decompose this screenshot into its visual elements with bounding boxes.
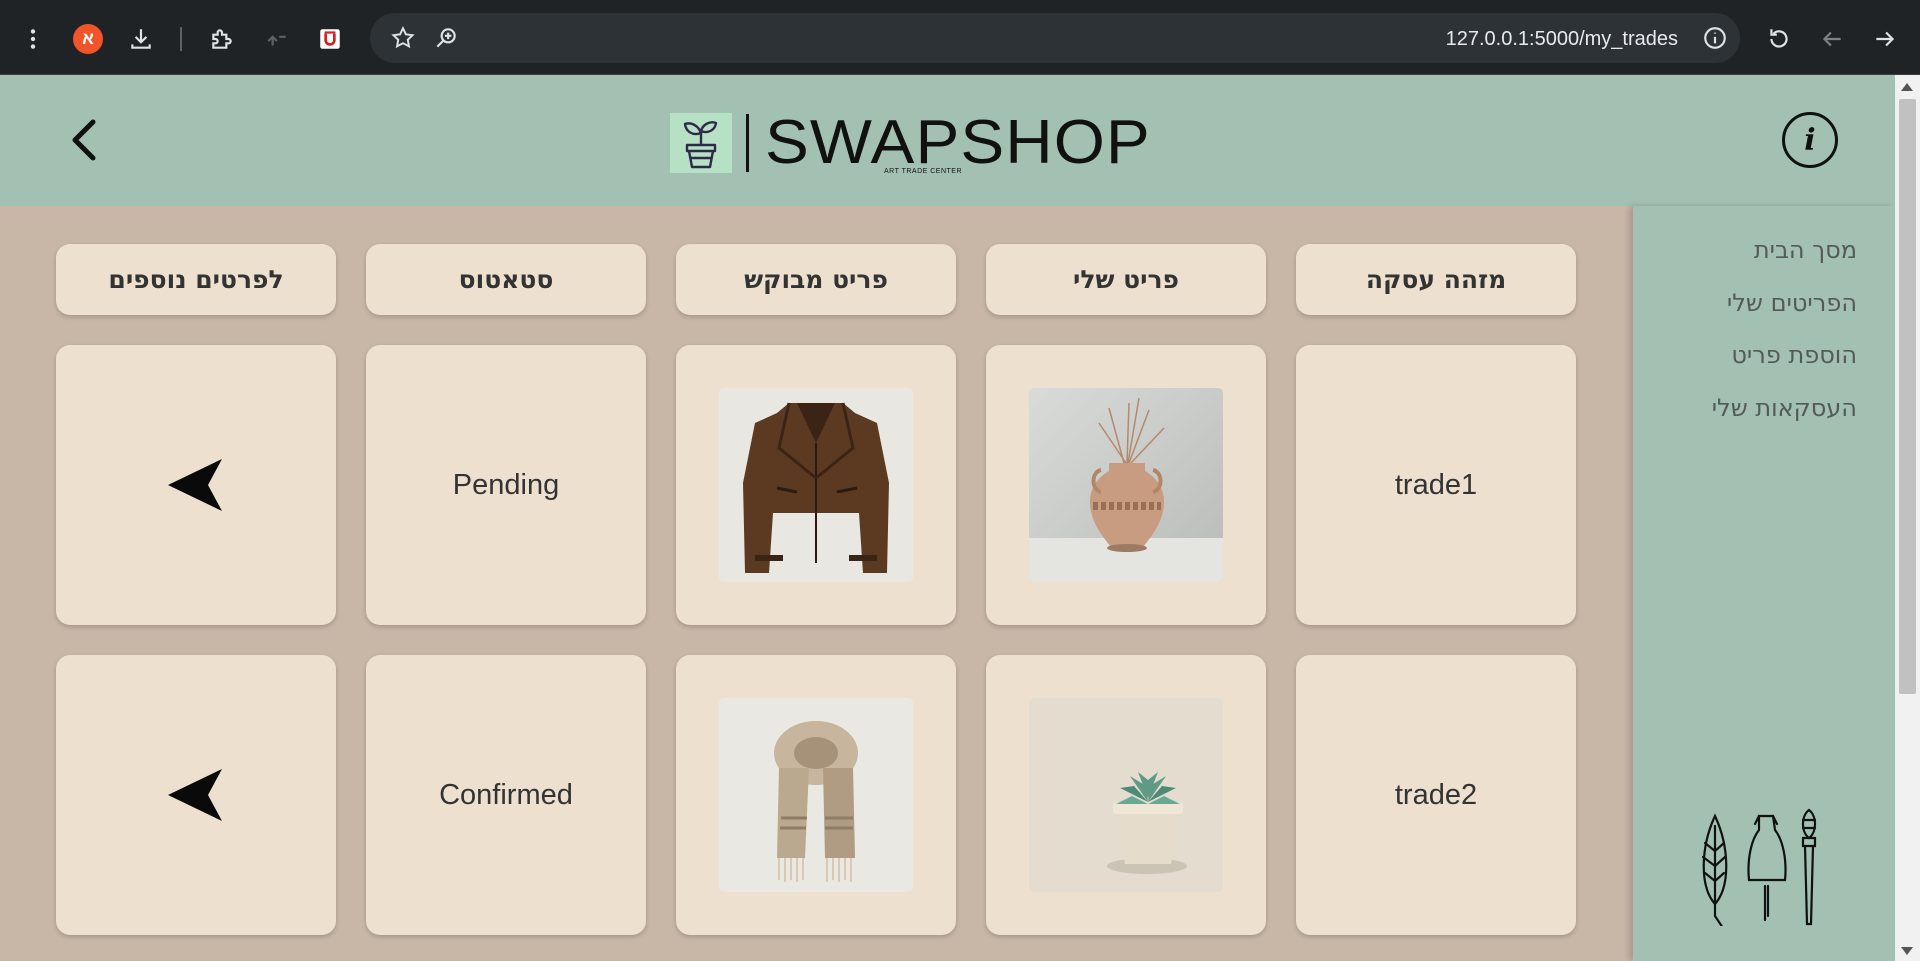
site-header: SWAPSHOP ART TRADE CENTER i — [0, 75, 1895, 206]
details-arrow-icon[interactable] — [166, 767, 226, 823]
vase-image[interactable] — [1029, 388, 1223, 582]
sidebar-item-add-item[interactable]: הוספת פריט — [1712, 329, 1857, 382]
sidebar-item-home[interactable]: מסך הבית — [1712, 224, 1857, 277]
logo-subtitle: ART TRADE CENTER — [884, 168, 963, 175]
plant-pot-logo-icon — [670, 113, 732, 173]
header-status: סטאטוס — [366, 244, 646, 315]
nav-forward-icon[interactable] — [1868, 22, 1902, 56]
extensions-icon[interactable] — [205, 22, 239, 56]
page: SWAPSHOP ART TRADE CENTER i מזהה עסקה פר… — [0, 75, 1920, 961]
undo-icon — [260, 22, 294, 56]
scarf-image[interactable] — [719, 698, 913, 892]
zoom-icon[interactable] — [429, 21, 463, 55]
my-item-cell — [986, 345, 1266, 625]
details-arrow-icon[interactable] — [166, 457, 226, 513]
scroll-up-arrow-icon[interactable] — [1901, 83, 1913, 91]
requested-item-cell — [676, 345, 956, 625]
address-bar[interactable]: 127.0.0.1:5000/my_trades — [370, 13, 1740, 63]
status-cell: Pending — [366, 345, 646, 625]
header-trade-id: מזהה עסקה — [1296, 244, 1576, 315]
back-button[interactable] — [62, 115, 106, 165]
scroll-down-arrow-icon[interactable] — [1901, 947, 1913, 955]
sidebar-nav: מסך הבית הפריטים שלי הוספת פריט העסקאות … — [1712, 224, 1857, 434]
scrollbar-thumb[interactable] — [1899, 99, 1916, 694]
profile-avatar[interactable]: א — [73, 24, 103, 54]
browser-menu-icon[interactable] — [16, 22, 50, 56]
details-cell[interactable] — [56, 655, 336, 935]
status-cell: Confirmed — [366, 655, 646, 935]
my-item-cell — [986, 655, 1266, 935]
details-cell[interactable] — [56, 345, 336, 625]
toolbar-separator — [180, 27, 182, 51]
requested-item-cell — [676, 655, 956, 935]
header-requested-item: פריט מבוקש — [676, 244, 956, 315]
bookmark-star-icon[interactable] — [386, 21, 420, 55]
info-button[interactable]: i — [1782, 112, 1838, 168]
logo-wordmark: SWAPSHOP — [765, 108, 1151, 177]
sidebar-item-my-items[interactable]: הפריטים שלי — [1712, 277, 1857, 330]
trade-id-cell: trade2 — [1296, 655, 1576, 935]
reload-icon[interactable] — [1762, 22, 1796, 56]
leather-jacket-image[interactable] — [719, 388, 913, 582]
page-scrollbar[interactable] — [1895, 75, 1920, 961]
browser-toolbar: א 127.0.0.1:5000/my_trades — [0, 0, 1920, 75]
succulent-image[interactable] — [1029, 698, 1223, 892]
leaf-dress-brush-icon — [1701, 808, 1817, 926]
header-details: לפרטים נוספים — [56, 244, 336, 315]
header-my-item: פריט שלי — [986, 244, 1266, 315]
sidebar: מסך הבית הפריטים שלי הוספת פריט העסקאות … — [1633, 206, 1895, 961]
extension-shield-icon[interactable] — [313, 22, 347, 56]
nav-back-icon — [1815, 22, 1849, 56]
sidebar-item-my-trades[interactable]: העסקאות שלי — [1712, 382, 1857, 435]
trades-table: מזהה עסקה פריט שלי פריט מבוקש סטאטוס לפר… — [0, 206, 1633, 961]
chevron-left-icon — [72, 119, 96, 161]
logo-divider — [746, 114, 749, 172]
download-icon[interactable] — [124, 22, 158, 56]
trade-id-cell: trade1 — [1296, 345, 1576, 625]
url-text[interactable]: 127.0.0.1:5000/my_trades — [1446, 28, 1678, 51]
site-info-icon[interactable] — [1698, 21, 1732, 55]
